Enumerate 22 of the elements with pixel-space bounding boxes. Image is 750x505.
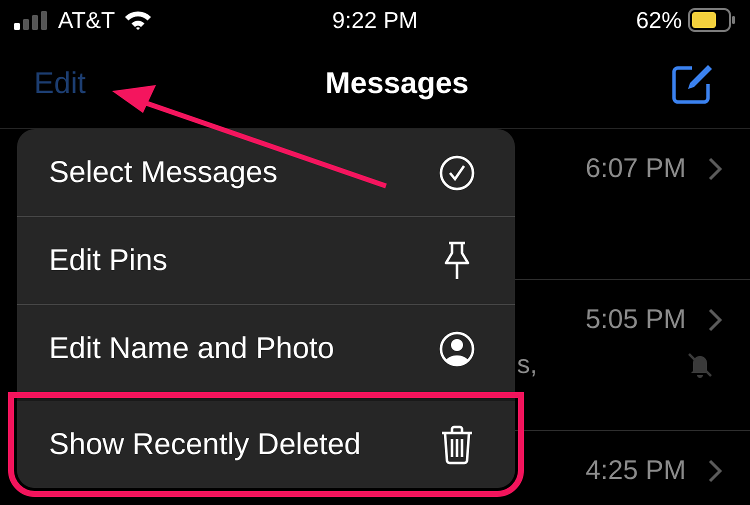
menu-item[interactable]: Edit Pins: [17, 217, 515, 304]
message-preview: s,: [517, 349, 538, 380]
chevron-icon: [708, 458, 722, 482]
menu-item[interactable]: Select Messages: [17, 129, 515, 216]
battery-icon: [688, 8, 736, 32]
carrier-name: AT&T: [58, 6, 116, 34]
pushpin-icon: [442, 240, 472, 280]
battery-percent: 62%: [636, 6, 682, 34]
status-time: 9:22 PM: [332, 6, 418, 34]
compose-icon[interactable]: [670, 62, 714, 106]
screen-title: Messages: [325, 67, 469, 101]
message-time: 5:05 PM: [585, 304, 686, 335]
person-circle-icon: [439, 330, 475, 366]
checkmark-circle-icon: [439, 154, 475, 190]
message-time: 4:25 PM: [585, 455, 686, 486]
wifi-icon: [123, 9, 154, 31]
chevron-icon: [708, 308, 722, 332]
signal-icon: [14, 10, 50, 30]
trash-icon: [440, 424, 474, 464]
chevron-icon: [708, 156, 722, 180]
message-time: 6:07 PM: [585, 153, 686, 184]
menu-item[interactable]: Edit Name and Photo: [17, 305, 515, 392]
